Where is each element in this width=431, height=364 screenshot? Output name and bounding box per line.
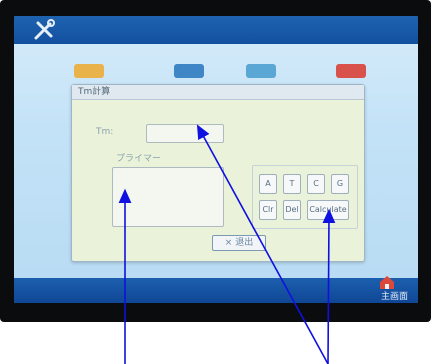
- arrow-to-tm-field: [196, 124, 329, 364]
- annotation-arrows: [118, 124, 336, 364]
- arrow-to-calculate-button: [322, 208, 336, 364]
